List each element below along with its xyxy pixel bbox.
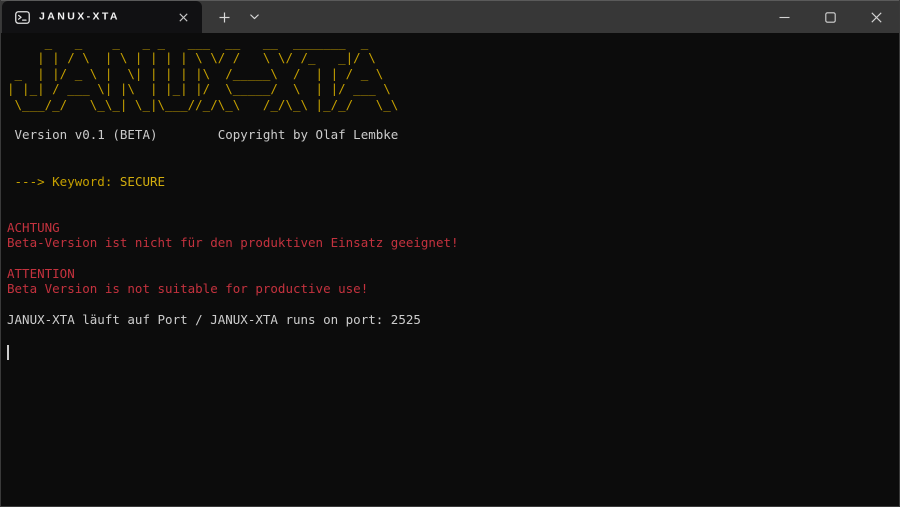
ascii-banner-line: \___/_/ \_\_| \_|\___//_/\_\ /_/\_\ |_/_… (7, 97, 899, 112)
close-window-button[interactable] (853, 1, 899, 33)
warning-en-title: ATTENTION (7, 266, 899, 281)
maximize-button[interactable] (807, 1, 853, 33)
close-icon (179, 13, 188, 22)
blank-line (7, 189, 899, 204)
blank-line (7, 143, 899, 158)
minimize-icon (779, 12, 790, 23)
blank-line (7, 251, 899, 266)
terminal-cursor (7, 345, 9, 360)
tab-janux-xta[interactable]: JANUX-XTA (2, 1, 202, 33)
prompt-line (7, 343, 899, 358)
tab-dropdown-button[interactable] (241, 1, 267, 33)
terminal-viewport[interactable]: _ _ _ _ _ ___ __ __ _______ _ | | / \ | … (1, 33, 899, 506)
tab-title: JANUX-XTA (39, 11, 120, 23)
keyword-label: ---> Keyword: (7, 174, 120, 189)
titlebar[interactable]: JANUX-XTA (1, 0, 899, 33)
keyword-line: ---> Keyword: SECURE (7, 174, 899, 189)
close-icon (871, 12, 882, 23)
ascii-banner-line: _ _ _ _ _ ___ __ __ _______ _ (7, 35, 899, 50)
keyword-value: SECURE (120, 174, 165, 189)
blank-line (7, 297, 899, 312)
window-controls (761, 1, 899, 33)
warning-en-text: Beta Version is not suitable for product… (7, 281, 899, 296)
chevron-down-icon (250, 14, 259, 20)
warning-de-title: ACHTUNG (7, 220, 899, 235)
ascii-banner-line: | |_| / ___ \| |\ | |_| |/ \_____/ \ | |… (7, 81, 899, 96)
minimize-button[interactable] (761, 1, 807, 33)
ascii-banner-line: | | / \ | \ | | | | \ \/ / \ \/ /_ _|/ \ (7, 50, 899, 65)
terminal-window: JANUX-XTA (0, 0, 900, 507)
plus-icon (219, 12, 230, 23)
terminal-prompt-icon (15, 11, 30, 24)
version-copyright-line: Version v0.1 (BETA) Copyright by Olaf Le… (7, 127, 899, 142)
blank-line (7, 204, 899, 219)
blank-line (7, 158, 899, 173)
port-info-line: JANUX-XTA läuft auf Port / JANUX-XTA run… (7, 312, 899, 327)
warning-de-text: Beta-Version ist nicht für den produktiv… (7, 235, 899, 250)
maximize-icon (825, 12, 836, 23)
blank-line (7, 328, 899, 343)
tab-close-button[interactable] (174, 8, 192, 26)
ascii-banner-line: _ | |/ _ \ | \| | | | |\ /_____\ / | | /… (7, 66, 899, 81)
new-tab-button[interactable] (209, 1, 239, 33)
titlebar-drag-region[interactable] (267, 1, 761, 33)
blank-line (7, 112, 899, 127)
